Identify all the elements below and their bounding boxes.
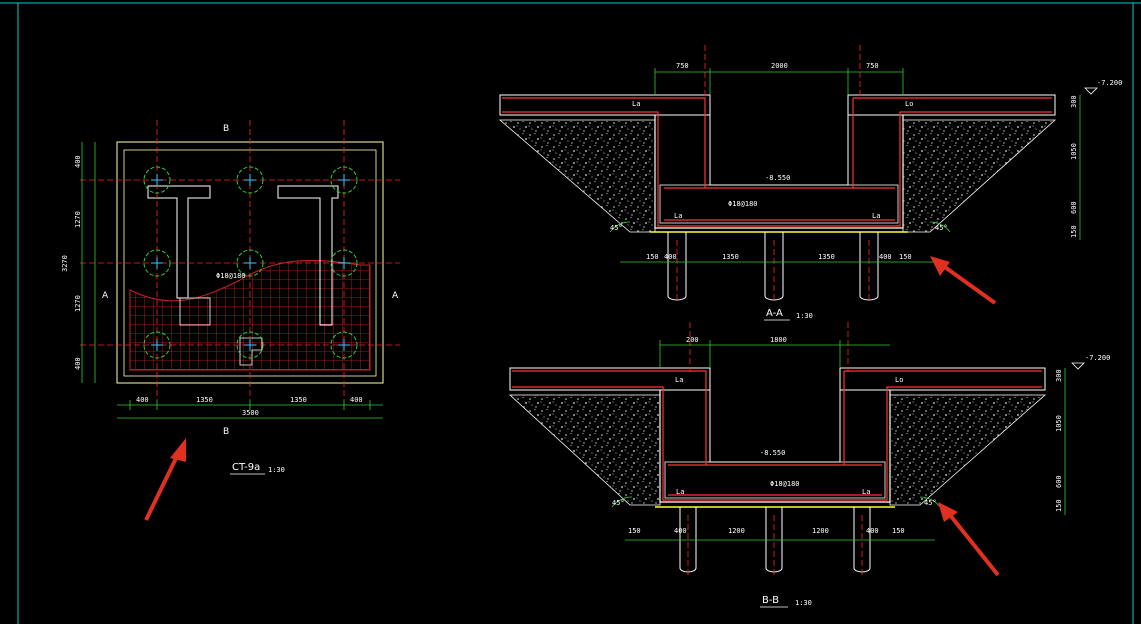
aa-dim-right-3: 600: [1070, 201, 1078, 214]
aa-dim-bot-2: 400: [664, 253, 677, 261]
aa-dim-bot-3: 1350: [722, 253, 739, 261]
plan-dim-left-total: 3270: [61, 255, 69, 272]
bb-la-bottom-left: La: [676, 488, 684, 496]
bb-lo-right: Lo: [895, 376, 903, 384]
aa-la-bottom-left: La: [674, 212, 682, 220]
section-b-b: 45° 45° 200 1800 150 400 1200 1200 400 1…: [508, 322, 1110, 608]
bb-la-bottom-right: La: [862, 488, 870, 496]
aa-dim-top-3: 750: [866, 62, 879, 70]
pile-center-mark: [244, 174, 256, 186]
aa-la-bottom-right: La: [872, 212, 880, 220]
plan-dim-1: 400: [136, 396, 149, 404]
section-a-a: 45° 45° 750 2000 750 150 400 1350 1350 4…: [498, 45, 1122, 321]
bb-angle-right: 45°: [924, 499, 937, 507]
aa-lo-right: Lo: [905, 100, 913, 108]
aa-dim-bot-6: 150: [899, 253, 912, 261]
bb-dim-right-2: 1050: [1055, 415, 1063, 432]
plan-dim-left-2: 1270: [74, 211, 82, 228]
aa-dim-right-4: 150: [1070, 225, 1078, 238]
plan-label-b-bottom: B: [223, 427, 229, 437]
aa-scale: 1:30: [796, 312, 813, 320]
cad-drawing: B B A A Φ18@180 400 1350 1350 400 3500 4…: [0, 2, 1141, 624]
aa-dim-bot-5: 400: [879, 253, 892, 261]
bb-dim-right-1: 300: [1055, 369, 1063, 382]
aa-dim-top-2: 2000: [771, 62, 788, 70]
plan-dim-3: 1350: [290, 396, 307, 404]
bb-angle-left: 45°: [612, 499, 625, 507]
plan-label-b-top: B: [223, 124, 229, 134]
aa-angle-right: 45°: [935, 224, 948, 232]
aa-title: A-A: [766, 308, 783, 319]
aa-angle-left: 45°: [610, 224, 623, 232]
bb-rebar-label: Φ18@180: [770, 480, 800, 488]
pile-center-mark: [338, 174, 350, 186]
aa-dim-bot-4: 1350: [818, 253, 835, 261]
arrow-icon: [144, 438, 186, 521]
aa-dim-right-2: 1050: [1070, 143, 1078, 160]
plan-title: CT-9a: [232, 462, 260, 473]
aa-dim-right-1: 300: [1070, 95, 1078, 108]
bb-dim-bot-4: 1200: [812, 527, 829, 535]
plan-scale: 1:30: [268, 466, 285, 474]
pile-center-mark: [244, 257, 256, 269]
bb-dim-right-4: 150: [1055, 499, 1063, 512]
bb-title: B-B: [762, 595, 779, 606]
bb-dim-bot-5: 400: [866, 527, 879, 535]
arrow-icon: [938, 502, 1000, 577]
arrow-icon: [930, 256, 997, 305]
bb-dim-bot-6: 150: [892, 527, 905, 535]
bb-dim-top-1: 200: [686, 336, 699, 344]
plan-dim-2: 1350: [196, 396, 213, 404]
aa-inner-elevation: -8.550: [765, 174, 790, 182]
plan-dim-total: 3500: [242, 409, 259, 417]
aa-elevation: -7.200: [1097, 79, 1122, 87]
bb-la-left: La: [675, 376, 683, 384]
plan-label-a-left: A: [102, 291, 109, 301]
plan-dim-left-4: 400: [74, 357, 82, 370]
bb-dim-bot-3: 1200: [728, 527, 745, 535]
bb-dim-top-2: 1800: [770, 336, 787, 344]
pile-center-mark: [151, 257, 163, 269]
aa-la-left: La: [632, 100, 640, 108]
plan-dim-4: 400: [350, 396, 363, 404]
bb-dim-bot-1: 150: [628, 527, 641, 535]
aa-dim-top-1: 750: [676, 62, 689, 70]
bb-scale: 1:30: [795, 599, 812, 607]
plan-view: B B A A Φ18@180 400 1350 1350 400 3500 4…: [61, 120, 400, 475]
aa-dim-bot-1: 150: [646, 253, 659, 261]
plan-rebar-label: Φ18@180: [216, 272, 246, 280]
plan-dim-left-1: 400: [74, 155, 82, 168]
aa-rebar-label: Φ18@180: [728, 200, 758, 208]
bb-dim-right-3: 600: [1055, 475, 1063, 488]
bb-elevation: -7.200: [1085, 354, 1110, 362]
bb-dim-bot-2: 400: [674, 527, 687, 535]
plan-label-a-right: A: [392, 291, 399, 301]
plan-dim-left-3: 1270: [74, 295, 82, 312]
bb-inner-elevation: -8.550: [760, 449, 785, 457]
pile-center-mark: [151, 174, 163, 186]
